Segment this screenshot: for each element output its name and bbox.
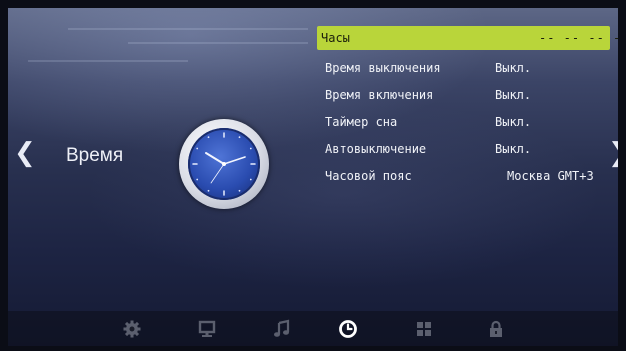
sound-music-note-icon[interactable] bbox=[272, 319, 292, 339]
bottom-tab-bar bbox=[8, 311, 618, 346]
menu-item-label: Таймер сна bbox=[325, 115, 398, 129]
clock-icon bbox=[179, 119, 269, 209]
clock-hands bbox=[192, 132, 256, 196]
menu-item-label: Автовыключение bbox=[325, 142, 427, 156]
tv-menu-screen: ❮ Время ❯ Часы -- -- -- - bbox=[8, 8, 618, 346]
settings-gear-icon[interactable] bbox=[122, 319, 142, 339]
menu-item-label: Часовой пояс bbox=[325, 169, 412, 183]
background-streak bbox=[28, 60, 188, 62]
menu-item-label: Часы bbox=[321, 31, 350, 45]
background-streak bbox=[68, 28, 308, 30]
menu-item-label: Время выключения bbox=[325, 61, 441, 75]
picture-monitor-icon[interactable] bbox=[197, 319, 217, 339]
options-grid-icon[interactable] bbox=[414, 319, 434, 339]
menu-item-on-time[interactable]: Время включения Выкл. bbox=[317, 83, 610, 107]
menu-item-clock[interactable]: Часы -- -- -- -- bbox=[317, 26, 618, 50]
menu-item-time-zone[interactable]: Часовой пояс Москва GMT+3 bbox=[317, 164, 610, 188]
lock-icon[interactable] bbox=[486, 319, 506, 339]
menu-item-value: Выкл. bbox=[495, 61, 532, 75]
menu-item-value: -- -- -- -- bbox=[539, 31, 618, 45]
menu-item-sleep-timer[interactable]: Таймер сна Выкл. bbox=[317, 110, 610, 134]
menu-item-auto-standby[interactable]: Автовыключение Выкл. bbox=[317, 137, 610, 161]
page-title: Время bbox=[66, 145, 124, 166]
menu-item-off-time[interactable]: Время выключения Выкл. bbox=[317, 56, 610, 80]
background-streak bbox=[128, 42, 308, 44]
menu-item-label: Время включения bbox=[325, 88, 434, 102]
prev-page-arrow[interactable]: ❮ bbox=[14, 140, 36, 166]
menu-item-value: Москва GMT+3 bbox=[507, 169, 594, 183]
menu-item-value: Выкл. bbox=[495, 142, 532, 156]
menu-item-value: Выкл. bbox=[495, 115, 532, 129]
menu-item-value: Выкл. bbox=[495, 88, 532, 102]
time-clock-icon[interactable] bbox=[338, 319, 358, 339]
